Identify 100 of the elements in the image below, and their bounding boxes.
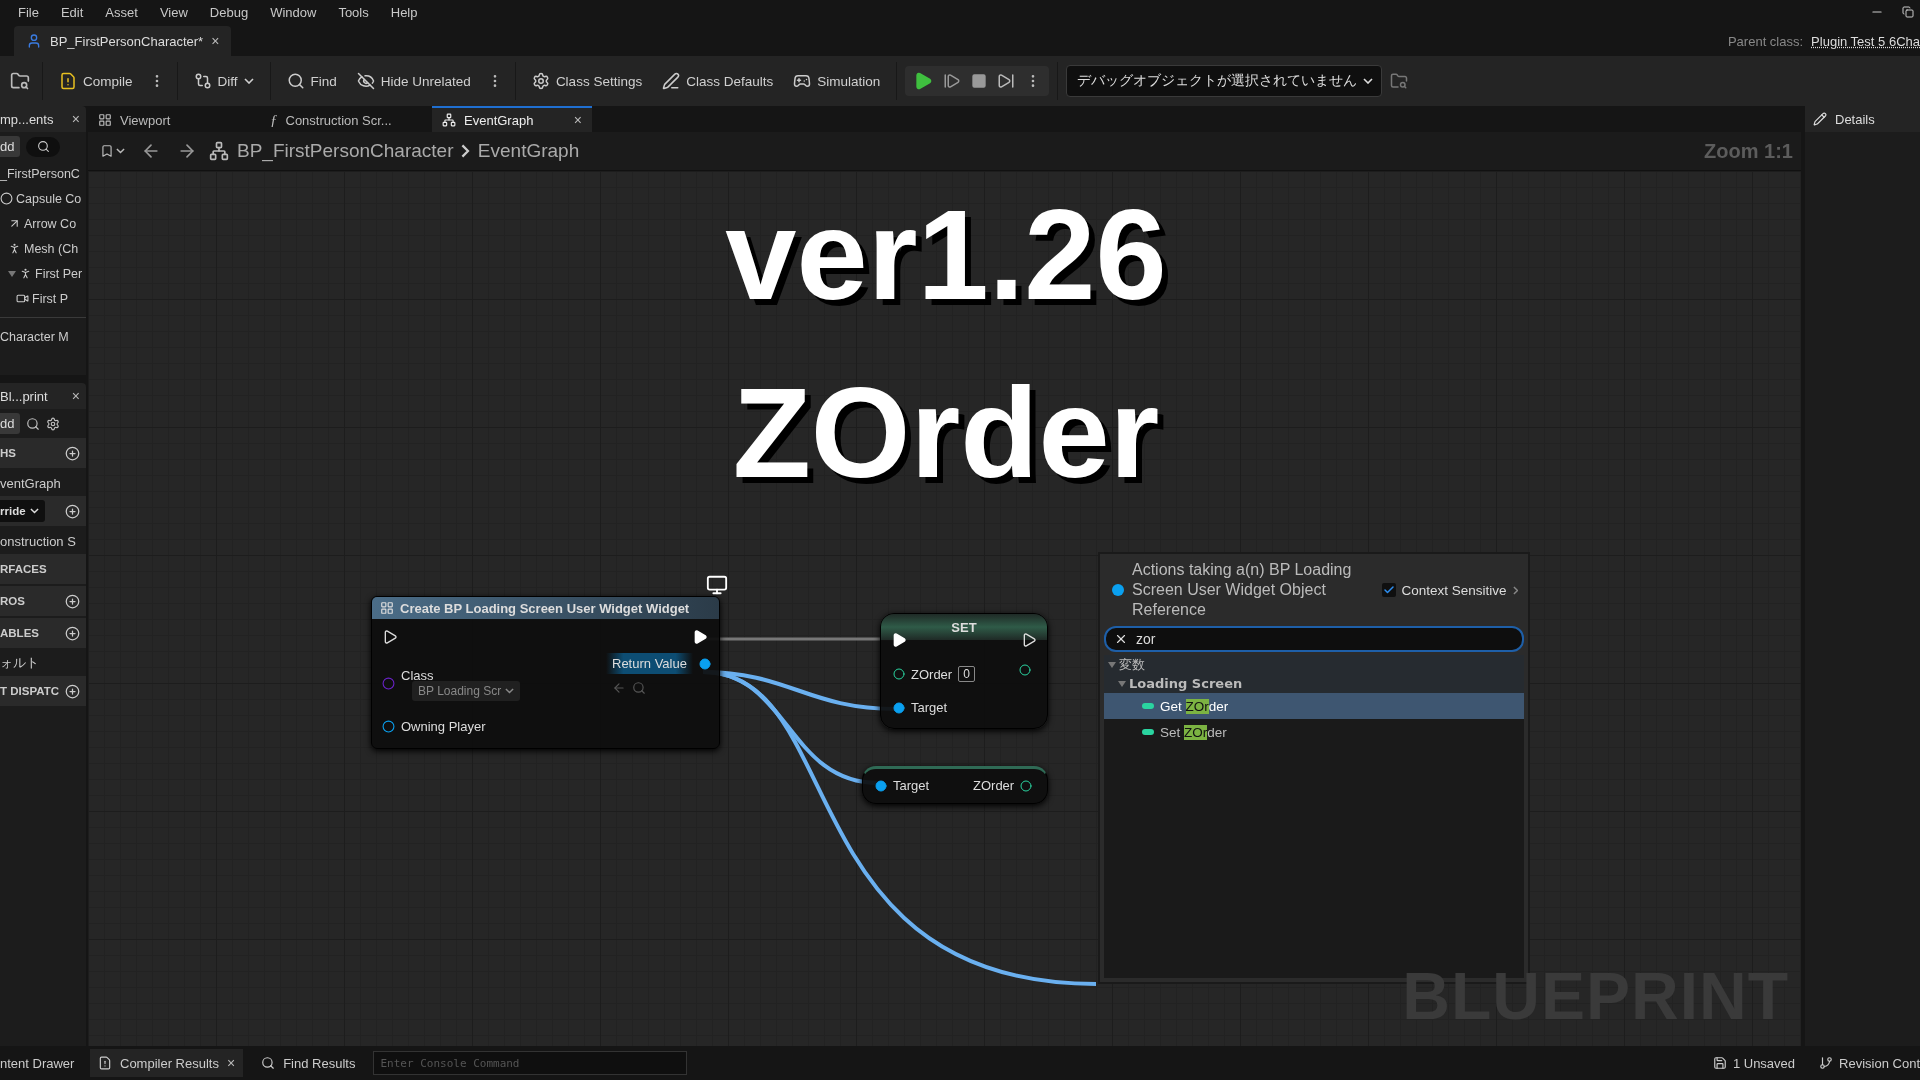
exec-pin-icon[interactable] bbox=[891, 632, 907, 648]
clear-icon[interactable] bbox=[1114, 632, 1128, 646]
pin-icon[interactable] bbox=[1019, 664, 1031, 676]
unsaved-button[interactable]: 1 Unsaved bbox=[1712, 1055, 1796, 1071]
add-icon[interactable] bbox=[65, 625, 80, 641]
get-node[interactable]: Target ZOrder bbox=[862, 766, 1048, 804]
overlay-title: ZOrder bbox=[732, 360, 1160, 506]
save-icon bbox=[1712, 1056, 1727, 1070]
component-item[interactable]: Character M bbox=[0, 329, 69, 344]
toolbar-button[interactable]: Diff bbox=[185, 64, 262, 98]
menu-item[interactable]: Asset bbox=[95, 4, 148, 20]
section-header: HS bbox=[0, 447, 16, 459]
add-button[interactable]: dd bbox=[0, 136, 21, 157]
class-dropdown[interactable]: BP Loading Scr bbox=[412, 681, 521, 701]
widget-icon bbox=[380, 601, 394, 615]
category-label[interactable]: 変数 bbox=[1119, 655, 1145, 674]
toolbar-button[interactable]: Find bbox=[278, 64, 345, 98]
document-tab[interactable]: BP_FirstPersonCharacter* × bbox=[14, 26, 232, 56]
component-item[interactable]: First Per bbox=[35, 266, 83, 281]
pin-icon[interactable] bbox=[1020, 779, 1033, 792]
console-input[interactable]: Enter Console Command bbox=[373, 1051, 688, 1075]
exec-pin-icon[interactable] bbox=[1021, 632, 1037, 648]
breadcrumb-item[interactable]: BP_FirstPersonCharacter bbox=[237, 140, 454, 162]
restore-icon[interactable] bbox=[1902, 6, 1914, 18]
bottom-tab[interactable]: Find Results bbox=[253, 1049, 364, 1077]
toolbar-button[interactable]: Class Defaults bbox=[654, 64, 782, 98]
pin-label: ZOrder bbox=[911, 666, 953, 682]
component-item[interactable]: First P bbox=[32, 291, 69, 306]
blueprint-item[interactable]: ventGraph bbox=[0, 475, 61, 491]
component-item[interactable]: Mesh (Ch bbox=[24, 241, 79, 256]
expander-icon[interactable] bbox=[1118, 679, 1126, 688]
blueprint-item[interactable]: ォルト bbox=[0, 654, 39, 672]
add-button[interactable]: dd bbox=[0, 413, 21, 434]
panel-tab[interactable]: Bl...print × bbox=[0, 383, 86, 409]
search-icon bbox=[286, 72, 305, 90]
caret-icon bbox=[1363, 78, 1374, 84]
blueprint-item[interactable]: onstruction S bbox=[0, 533, 76, 549]
menu-item[interactable]: File bbox=[8, 4, 49, 20]
action-label: Get ZOrder bbox=[1160, 698, 1229, 714]
gamepad-icon bbox=[793, 72, 812, 90]
node-title: Create BP Loading Screen User Widget Widget bbox=[400, 600, 690, 616]
parent-class-link[interactable]: Plugin Test 5 6Cha bbox=[1811, 33, 1920, 49]
details-tab[interactable]: Details bbox=[1805, 106, 1920, 132]
bottom-tab[interactable]: Compiler Results × bbox=[90, 1049, 244, 1077]
pin-icon[interactable] bbox=[698, 657, 711, 670]
menu-item[interactable]: Tools bbox=[328, 4, 379, 20]
panel-tab[interactable]: mp...ents × bbox=[0, 106, 86, 132]
exec-pin-icon[interactable] bbox=[382, 629, 398, 645]
pin-icon[interactable] bbox=[893, 701, 905, 714]
debug-object-dropdown[interactable]: デバッグオブジェクトが選択されていません bbox=[1066, 65, 1383, 97]
add-icon[interactable] bbox=[65, 445, 80, 461]
pin-icon[interactable] bbox=[893, 668, 905, 680]
search-icon[interactable] bbox=[26, 416, 41, 431]
menu-item[interactable]: Help bbox=[380, 4, 428, 20]
add-icon[interactable] bbox=[65, 683, 80, 699]
expander-icon[interactable] bbox=[1108, 660, 1116, 669]
graph-canvas[interactable] bbox=[88, 171, 1801, 1046]
pin-icon[interactable] bbox=[382, 720, 395, 733]
toolbar-button[interactable]: Class Settings bbox=[523, 64, 651, 98]
add-icon[interactable] bbox=[65, 503, 80, 519]
search-field[interactable]: zor bbox=[1104, 626, 1524, 652]
branch-icon bbox=[1819, 1056, 1834, 1070]
search-icon[interactable] bbox=[26, 136, 61, 157]
search-icon bbox=[261, 1056, 276, 1070]
graph-tab[interactable]: EventGraph × bbox=[432, 106, 592, 132]
section-header: RFACES bbox=[0, 563, 47, 575]
toolbar-button[interactable]: Compile bbox=[51, 64, 141, 98]
component-item[interactable]: _FirstPersonC bbox=[0, 166, 80, 181]
expander-icon[interactable] bbox=[8, 269, 16, 278]
menu-item[interactable]: View bbox=[149, 4, 198, 20]
component-item[interactable]: Capsule Co bbox=[16, 191, 82, 206]
graph-tab[interactable]: Viewport bbox=[88, 106, 258, 132]
toolbar-button[interactable]: Simulation bbox=[785, 64, 889, 98]
component-item[interactable]: Arrow Co bbox=[24, 216, 77, 231]
variable-icon bbox=[1142, 703, 1154, 709]
variable-icon bbox=[1142, 729, 1154, 735]
graph-tab[interactable]: ƒ Construction Scr... bbox=[260, 106, 430, 132]
action-item[interactable]: Get ZOrder bbox=[1104, 693, 1524, 719]
pin-icon[interactable] bbox=[875, 779, 887, 792]
checkbox[interactable] bbox=[1381, 583, 1396, 597]
menu-item[interactable]: Debug bbox=[199, 4, 259, 20]
menu-item[interactable]: Edit bbox=[50, 4, 94, 20]
use-selected-icon[interactable] bbox=[612, 681, 626, 695]
menu-item[interactable]: Window bbox=[260, 4, 327, 20]
revision-control-button[interactable]: Revision Cont bbox=[1819, 1055, 1920, 1071]
create-widget-node[interactable]: Create BP Loading Screen User Widget Widget Class BP Loading Scr Return Value Owning Player bbox=[371, 596, 720, 749]
add-icon[interactable] bbox=[65, 593, 80, 609]
toolbar-button[interactable]: Hide Unrelated bbox=[348, 64, 479, 98]
close-button[interactable]: × bbox=[211, 33, 220, 49]
section-header: T DISPATC bbox=[0, 685, 59, 697]
value-field[interactable]: 0 bbox=[958, 666, 975, 682]
settings-icon[interactable] bbox=[46, 416, 61, 431]
chevron-icon bbox=[461, 144, 470, 158]
pin-label: Owning Player bbox=[401, 719, 486, 734]
content-drawer-button[interactable]: ntent Drawer bbox=[0, 1055, 80, 1071]
exec-pin-icon[interactable] bbox=[692, 629, 708, 645]
override-dropdown[interactable]: rride bbox=[0, 500, 45, 522]
monitor-icon bbox=[706, 574, 728, 596]
set-node[interactable]: SET ZOrder 0 Target bbox=[880, 613, 1048, 729]
breadcrumb-item[interactable]: EventGraph bbox=[477, 140, 580, 162]
